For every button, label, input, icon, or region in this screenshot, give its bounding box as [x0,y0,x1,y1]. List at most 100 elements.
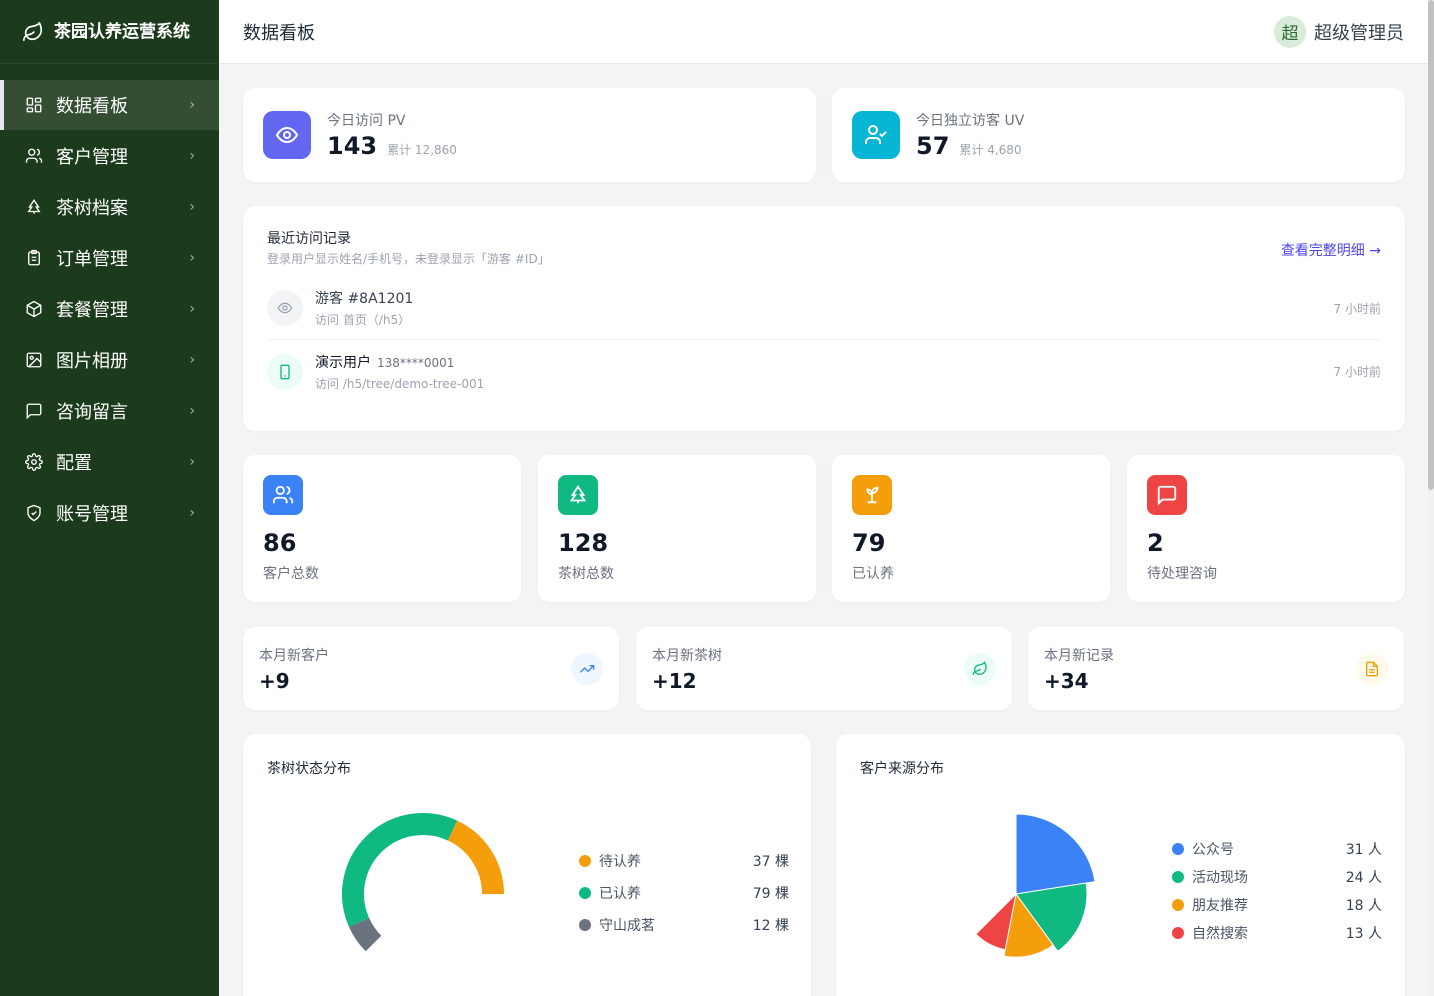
list-item[interactable]: 游客 #8A1201 访问 首页（/h5） 7 小时前 [267,277,1381,340]
source-rose-pie [975,813,1096,958]
monthly-label: 本月新记录 [1044,647,1114,664]
avatar: 超 [1274,15,1306,48]
pie-slice-公众号[interactable] [1015,813,1096,895]
page-title: 数据看板 [243,22,315,44]
shield-icon [24,503,44,523]
chevron-right-icon: › [189,199,195,215]
sidebar-item-label: 图片相册 [56,351,128,372]
sidebar-item-gallery[interactable]: 图片相册 › [0,335,219,385]
trending-up-icon [571,652,603,685]
kpi-label: 已认养 [852,566,894,582]
legend-value: 12 棵 [752,918,789,934]
legend: 公众号 31 人 活动现场 24 人 朋友推荐 18 人 自然搜索 13 人 [1172,835,1382,947]
sidebar-item-label: 数据看板 [56,96,128,117]
chevron-right-icon: › [189,250,195,266]
visitor-name: 游客 #8A1201 [315,291,414,307]
legend-name: 守山成茗 [599,918,655,934]
legend-dot [1172,927,1184,939]
legend-item: 已认养 79 棵 [579,877,789,909]
kpi-adopted: 79 已认养 [832,455,1110,602]
sidebar-item-messages[interactable]: 咨询留言 › [0,386,219,436]
users-icon [24,146,44,166]
sidebar-item-dashboard[interactable]: 数据看板 › [0,80,219,130]
view-details-link[interactable]: 查看完整明细 → [1281,240,1381,260]
dashboard-icon [24,95,44,115]
tree-icon [24,197,44,217]
list-item[interactable]: 演示用户 138****0001 访问 /h5/tree/demo-tree-00… [267,340,1381,403]
legend-dot [1172,843,1184,855]
monthly-label: 本月新茶树 [652,647,722,664]
tree-status-chart: 茶树状态分布 待认养 37 棵 已认养 79 棵 守山成茗 12 棵 [243,734,811,996]
eye-icon [267,290,303,326]
sidebar-item-packages[interactable]: 套餐管理 › [0,284,219,334]
brand: 茶园认养运营系统 [0,0,219,64]
chevron-right-icon: › [189,403,195,419]
legend-dot [1172,899,1184,911]
visit-path: 访问 首页（/h5） [315,313,411,327]
image-icon [24,350,44,370]
legend-name: 待认养 [599,854,641,870]
sidebar-item-settings[interactable]: 配置 › [0,437,219,487]
tree-icon [558,475,598,515]
donut-segment-待认养[interactable] [447,820,504,895]
kpi-customers: 86 客户总数 [243,455,521,602]
scrollbar-thumb[interactable] [1428,0,1434,490]
legend-item: 待认养 37 棵 [579,845,789,877]
kpi-label: 茶树总数 [558,566,614,582]
sidebar-item-label: 套餐管理 [56,300,128,321]
chevron-right-icon: › [189,97,195,113]
donut-segment-已认养[interactable] [342,813,458,927]
admin-name: 超级管理员 [1314,22,1404,44]
legend-name: 活动现场 [1192,870,1248,886]
donut-segment-守山成茗[interactable] [348,917,382,952]
chevron-right-icon: › [189,301,195,317]
legend-value: 24 人 [1345,870,1382,886]
legend-item: 活动现场 24 人 [1172,863,1382,891]
legend-dot [579,855,591,867]
visit-list: 游客 #8A1201 访问 首页（/h5） 7 小时前 演示用户 138****0… [267,277,1381,403]
source-chart: 客户来源分布 公众号 31 人 活动现场 24 人 朋友推荐 18 人 自然搜索… [836,734,1405,996]
scrollbar[interactable] [1428,0,1434,996]
pv-card: 今日访问 PV 143 累计 12,860 [243,88,816,182]
pv-total: 累计 12,860 [387,143,457,157]
kpi-value: 128 [558,529,609,557]
sidebar-item-label: 茶树档案 [56,198,128,219]
chevron-right-icon: › [189,505,195,521]
sidebar-item-customers[interactable]: 客户管理 › [0,131,219,181]
sidebar-item-orders[interactable]: 订单管理 › [0,233,219,283]
monthly-records: 本月新记录 +34 [1028,627,1404,710]
pv-value: 143 [327,132,378,160]
visit-time: 7 小时前 [1333,365,1381,379]
kpi-trees: 128 茶树总数 [538,455,816,602]
legend: 待认养 37 棵 已认养 79 棵 守山成茗 12 棵 [579,845,789,941]
sprout-icon [852,475,892,515]
sidebar: 茶园认养运营系统 数据看板 › 客户管理 › 茶树档案 › 订单管理 › 套餐管… [0,0,219,996]
chart-title: 客户来源分布 [860,761,944,777]
kpi-label: 待处理咨询 [1147,566,1217,582]
monthly-value: +9 [259,668,290,693]
admin-menu[interactable]: 超 超级管理员 [1274,15,1404,48]
visit-time: 7 小时前 [1333,301,1381,316]
tree-status-donut [342,813,504,952]
sidebar-item-accounts[interactable]: 账号管理 › [0,488,219,538]
legend-value: 31 人 [1345,842,1382,858]
sidebar-item-trees[interactable]: 茶树档案 › [0,182,219,232]
chevron-right-icon: › [189,352,195,368]
monthly-value: +12 [652,668,697,693]
chevron-right-icon: › [189,148,195,164]
legend-name: 已认养 [599,886,641,902]
phone-icon [267,353,303,390]
recent-subtitle: 登录用户显示姓名/手机号，未登录显示「游客 #ID」 [267,252,550,266]
top-header: 数据看板 超 超级管理员 [219,0,1428,64]
package-icon [24,299,44,319]
legend-name: 朋友推荐 [1192,898,1248,914]
legend-item: 朋友推荐 18 人 [1172,891,1382,919]
legend-dot [579,919,591,931]
user-check-icon [852,111,900,159]
gear-icon [24,452,44,472]
uv-total: 累计 4,680 [959,143,1022,157]
legend-value: 13 人 [1345,926,1382,942]
legend-name: 自然搜索 [1192,926,1248,942]
message-icon [24,401,44,421]
monthly-trees: 本月新茶树 +12 [636,627,1012,710]
